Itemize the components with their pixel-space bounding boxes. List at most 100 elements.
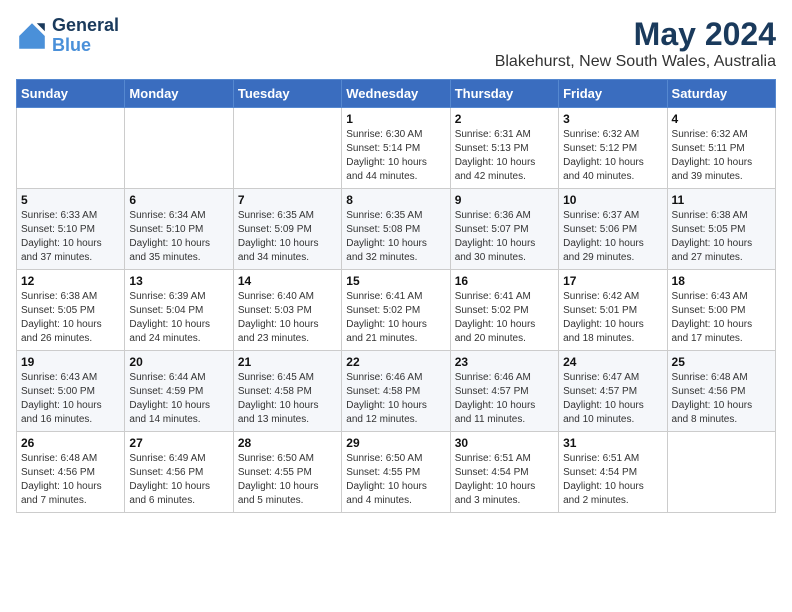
calendar-day-cell: 29 Sunrise: 6:50 AM Sunset: 4:55 PM Dayli… (342, 432, 450, 513)
calendar-day-header: Saturday (667, 80, 775, 108)
day-number: 16 (455, 274, 554, 288)
day-info: Sunrise: 6:48 AM Sunset: 4:56 PM Dayligh… (21, 452, 120, 508)
calendar-week-row: 1 Sunrise: 6:30 AM Sunset: 5:14 PM Daylig… (17, 108, 776, 189)
day-number: 21 (238, 355, 337, 369)
day-info: Sunrise: 6:38 AM Sunset: 5:05 PM Dayligh… (672, 209, 771, 265)
logo-icon (16, 20, 48, 52)
day-info: Sunrise: 6:33 AM Sunset: 5:10 PM Dayligh… (21, 209, 120, 265)
day-number: 25 (672, 355, 771, 369)
calendar-week-row: 12Sunrise: 6:38 AM Sunset: 5:05 PM Dayli… (17, 270, 776, 351)
day-number: 31 (563, 436, 662, 450)
calendar-day-cell: 12Sunrise: 6:38 AM Sunset: 5:05 PM Dayli… (17, 270, 125, 351)
calendar-day-cell: 7Sunrise: 6:35 AM Sunset: 5:09 PM Daylig… (233, 189, 341, 270)
calendar-day-cell: 10 Sunrise: 6:37 AM Sunset: 5:06 PM Dayli… (559, 189, 667, 270)
calendar-day-cell: 23 Sunrise: 6:46 AM Sunset: 4:57 PM Dayli… (450, 351, 558, 432)
day-number: 14 (238, 274, 337, 288)
calendar-day-cell: 20 Sunrise: 6:44 AM Sunset: 4:59 PM Dayli… (125, 351, 233, 432)
day-info: Sunrise: 6:41 AM Sunset: 5:02 PM Dayligh… (455, 290, 554, 346)
day-info: Sunrise: 6:43 AM Sunset: 5:00 PM Dayligh… (672, 290, 771, 346)
calendar-day-cell (17, 108, 125, 189)
day-number: 20 (129, 355, 228, 369)
calendar-day-header: Friday (559, 80, 667, 108)
day-number: 5 (21, 193, 120, 207)
day-number: 30 (455, 436, 554, 450)
calendar-day-cell: 5 Sunrise: 6:33 AM Sunset: 5:10 PM Daylig… (17, 189, 125, 270)
calendar-day-cell: 22 Sunrise: 6:46 AM Sunset: 4:58 PM Dayli… (342, 351, 450, 432)
title-area: May 2024 Blakehurst, New South Wales, Au… (495, 16, 776, 71)
calendar-day-cell: 17 Sunrise: 6:42 AM Sunset: 5:01 PM Dayli… (559, 270, 667, 351)
calendar-day-cell: 1 Sunrise: 6:30 AM Sunset: 5:14 PM Daylig… (342, 108, 450, 189)
calendar-day-cell: 28 Sunrise: 6:50 AM Sunset: 4:55 PM Dayli… (233, 432, 341, 513)
calendar-day-cell: 9 Sunrise: 6:36 AM Sunset: 5:07 PM Daylig… (450, 189, 558, 270)
calendar-week-row: 19 Sunrise: 6:43 AM Sunset: 5:00 PM Dayli… (17, 351, 776, 432)
calendar-day-cell (667, 432, 775, 513)
calendar-day-cell (233, 108, 341, 189)
day-number: 28 (238, 436, 337, 450)
day-number: 26 (21, 436, 120, 450)
calendar-day-cell: 14 Sunrise: 6:40 AM Sunset: 5:03 PM Dayli… (233, 270, 341, 351)
calendar-day-cell: 6 Sunrise: 6:34 AM Sunset: 5:10 PM Daylig… (125, 189, 233, 270)
calendar-day-cell: 30 Sunrise: 6:51 AM Sunset: 4:54 PM Dayli… (450, 432, 558, 513)
calendar-day-cell: 2Sunrise: 6:31 AM Sunset: 5:13 PM Daylig… (450, 108, 558, 189)
day-number: 15 (346, 274, 445, 288)
day-number: 4 (672, 112, 771, 126)
day-info: Sunrise: 6:51 AM Sunset: 4:54 PM Dayligh… (563, 452, 662, 508)
calendar-day-cell: 26 Sunrise: 6:48 AM Sunset: 4:56 PM Dayli… (17, 432, 125, 513)
calendar-week-row: 26 Sunrise: 6:48 AM Sunset: 4:56 PM Dayli… (17, 432, 776, 513)
day-info: Sunrise: 6:31 AM Sunset: 5:13 PM Dayligh… (455, 128, 554, 184)
day-number: 6 (129, 193, 228, 207)
day-number: 3 (563, 112, 662, 126)
calendar-day-cell: 13Sunrise: 6:39 AM Sunset: 5:04 PM Dayli… (125, 270, 233, 351)
day-number: 12 (21, 274, 120, 288)
calendar-day-cell: 11 Sunrise: 6:38 AM Sunset: 5:05 PM Dayli… (667, 189, 775, 270)
day-info: Sunrise: 6:32 AM Sunset: 5:11 PM Dayligh… (672, 128, 771, 184)
day-number: 1 (346, 112, 445, 126)
calendar-day-header: Sunday (17, 80, 125, 108)
day-info: Sunrise: 6:30 AM Sunset: 5:14 PM Dayligh… (346, 128, 445, 184)
day-number: 10 (563, 193, 662, 207)
calendar-day-header: Tuesday (233, 80, 341, 108)
day-info: Sunrise: 6:42 AM Sunset: 5:01 PM Dayligh… (563, 290, 662, 346)
logo-text: General Blue (52, 16, 119, 56)
day-info: Sunrise: 6:40 AM Sunset: 5:03 PM Dayligh… (238, 290, 337, 346)
calendar-day-cell: 16 Sunrise: 6:41 AM Sunset: 5:02 PM Dayli… (450, 270, 558, 351)
page-header: General Blue May 2024 Blakehurst, New So… (16, 16, 776, 71)
month-year-title: May 2024 (495, 16, 776, 53)
day-info: Sunrise: 6:50 AM Sunset: 4:55 PM Dayligh… (346, 452, 445, 508)
day-number: 17 (563, 274, 662, 288)
day-info: Sunrise: 6:43 AM Sunset: 5:00 PM Dayligh… (21, 371, 120, 427)
calendar-day-cell: 25Sunrise: 6:48 AM Sunset: 4:56 PM Dayli… (667, 351, 775, 432)
day-info: Sunrise: 6:41 AM Sunset: 5:02 PM Dayligh… (346, 290, 445, 346)
day-number: 23 (455, 355, 554, 369)
day-number: 18 (672, 274, 771, 288)
calendar-day-cell: 19 Sunrise: 6:43 AM Sunset: 5:00 PM Dayli… (17, 351, 125, 432)
day-info: Sunrise: 6:34 AM Sunset: 5:10 PM Dayligh… (129, 209, 228, 265)
day-info: Sunrise: 6:51 AM Sunset: 4:54 PM Dayligh… (455, 452, 554, 508)
day-info: Sunrise: 6:37 AM Sunset: 5:06 PM Dayligh… (563, 209, 662, 265)
calendar-day-cell: 3Sunrise: 6:32 AM Sunset: 5:12 PM Daylig… (559, 108, 667, 189)
calendar-day-cell: 8 Sunrise: 6:35 AM Sunset: 5:08 PM Daylig… (342, 189, 450, 270)
day-info: Sunrise: 6:35 AM Sunset: 5:09 PM Dayligh… (238, 209, 337, 265)
calendar-day-cell: 18 Sunrise: 6:43 AM Sunset: 5:00 PM Dayli… (667, 270, 775, 351)
day-info: Sunrise: 6:36 AM Sunset: 5:07 PM Dayligh… (455, 209, 554, 265)
calendar-day-header: Thursday (450, 80, 558, 108)
day-number: 24 (563, 355, 662, 369)
calendar-body: 1 Sunrise: 6:30 AM Sunset: 5:14 PM Daylig… (17, 108, 776, 513)
day-info: Sunrise: 6:50 AM Sunset: 4:55 PM Dayligh… (238, 452, 337, 508)
day-number: 22 (346, 355, 445, 369)
calendar-week-row: 5 Sunrise: 6:33 AM Sunset: 5:10 PM Daylig… (17, 189, 776, 270)
day-info: Sunrise: 6:47 AM Sunset: 4:57 PM Dayligh… (563, 371, 662, 427)
calendar-day-header: Monday (125, 80, 233, 108)
location-subtitle: Blakehurst, New South Wales, Australia (495, 53, 776, 71)
day-number: 19 (21, 355, 120, 369)
day-number: 11 (672, 193, 771, 207)
calendar-table: SundayMondayTuesdayWednesdayThursdayFrid… (16, 79, 776, 513)
calendar-day-cell: 15 Sunrise: 6:41 AM Sunset: 5:02 PM Dayli… (342, 270, 450, 351)
day-number: 29 (346, 436, 445, 450)
day-number: 9 (455, 193, 554, 207)
day-info: Sunrise: 6:35 AM Sunset: 5:08 PM Dayligh… (346, 209, 445, 265)
day-number: 8 (346, 193, 445, 207)
day-info: Sunrise: 6:46 AM Sunset: 4:58 PM Dayligh… (346, 371, 445, 427)
day-info: Sunrise: 6:46 AM Sunset: 4:57 PM Dayligh… (455, 371, 554, 427)
day-info: Sunrise: 6:44 AM Sunset: 4:59 PM Dayligh… (129, 371, 228, 427)
